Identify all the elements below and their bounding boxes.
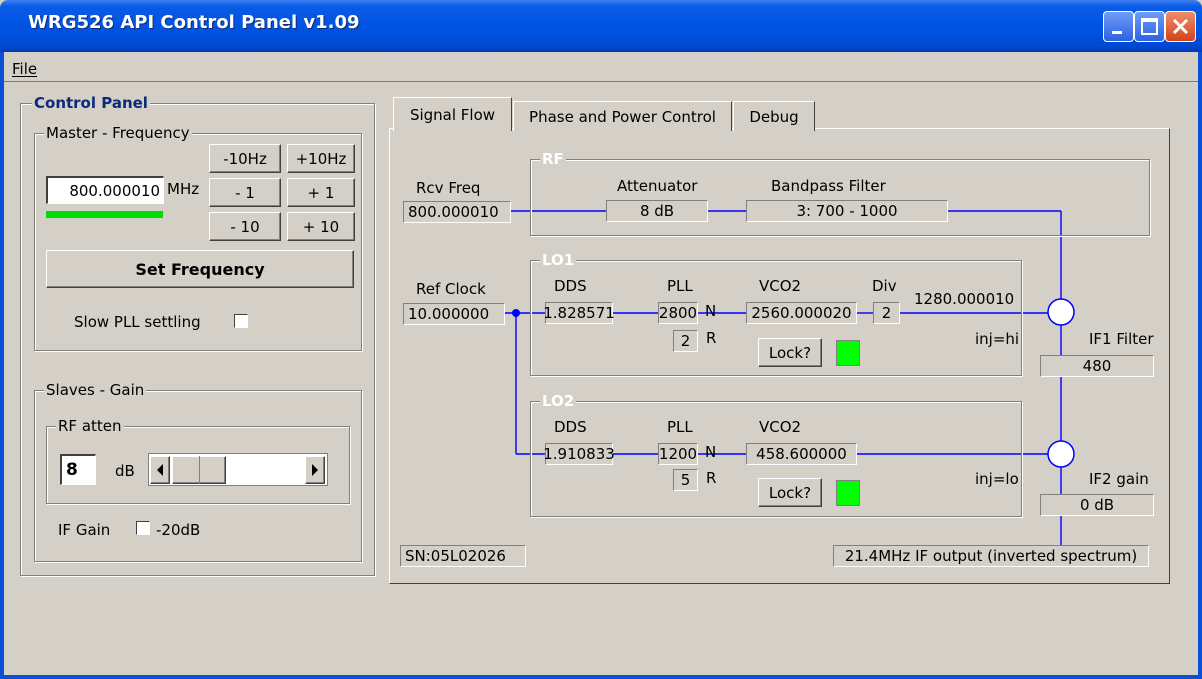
if2-gain-value: 0 dB [1040, 494, 1154, 516]
lo1-div-value: 2 [873, 302, 900, 324]
lo2-dds-label: DDS [554, 418, 587, 436]
ref-clock-label: Ref Clock [416, 280, 486, 298]
bandpass-filter-label: Bandpass Filter [771, 177, 886, 195]
serial-number: SN:05L02026 [400, 545, 526, 567]
lo1-div-label: Div [872, 277, 897, 295]
lo2-r-label: R [706, 469, 717, 487]
lo2-vco-value: 458.600000 [746, 443, 857, 465]
lo1-vco-value: 2560.000020 [746, 302, 857, 324]
lo2-lock-indicator [836, 480, 860, 506]
tab-signal-flow[interactable]: Signal Flow [393, 97, 512, 131]
attenuator-label: Attenuator [617, 177, 698, 195]
lo1-vco-label: VCO2 [759, 277, 802, 295]
lo2-dds-value: 1.910833 [543, 443, 615, 465]
lo1-dds-value: 1.828571 [543, 302, 615, 324]
lo2-group-title: LO2 [540, 392, 577, 410]
if2-gain-label: IF2 gain [1089, 470, 1149, 488]
lo1-dds-label: DDS [554, 277, 587, 295]
rf-group-title: RF [540, 150, 566, 168]
lo2-lock-button[interactable]: Lock? [758, 478, 822, 507]
lo2-pll-n-value: 1200 [658, 443, 698, 465]
lo1-output-freq: 1280.000010 [914, 290, 1015, 308]
lo1-pll-label: PLL [667, 277, 693, 295]
attenuator-value: 8 dB [606, 200, 708, 222]
bandpass-filter-value: 3: 700 - 1000 [746, 200, 948, 222]
lo1-pll-n-value: 2800 [658, 302, 698, 324]
if1-filter-value: 480 [1040, 355, 1154, 377]
if1-filter-label: IF1 Filter [1089, 330, 1154, 348]
lo2-pll-r-value: 5 [673, 469, 698, 491]
lo1-group-title: LO1 [540, 251, 577, 269]
rcv-freq-label: Rcv Freq [416, 179, 481, 197]
lo2-n-label: N [705, 443, 717, 461]
lo2-injection: inj=lo [975, 470, 1019, 488]
lo1-n-label: N [705, 302, 717, 320]
lo1-pll-r-value: 2 [673, 330, 698, 352]
rcv-freq-value: 800.000010 [403, 201, 511, 223]
ref-clock-value: 10.000000 [403, 303, 505, 325]
lo2-pll-label: PLL [667, 418, 693, 436]
lo2-vco-label: VCO2 [759, 418, 802, 436]
lo1-injection: inj=hi [975, 330, 1020, 348]
lo1-lock-button[interactable]: Lock? [758, 338, 822, 367]
rf-group [530, 159, 1150, 236]
if-output-label: 21.4MHz IF output (inverted spectrum) [833, 545, 1149, 567]
lo1-r-label: R [706, 329, 717, 347]
lo1-lock-indicator [836, 340, 860, 366]
